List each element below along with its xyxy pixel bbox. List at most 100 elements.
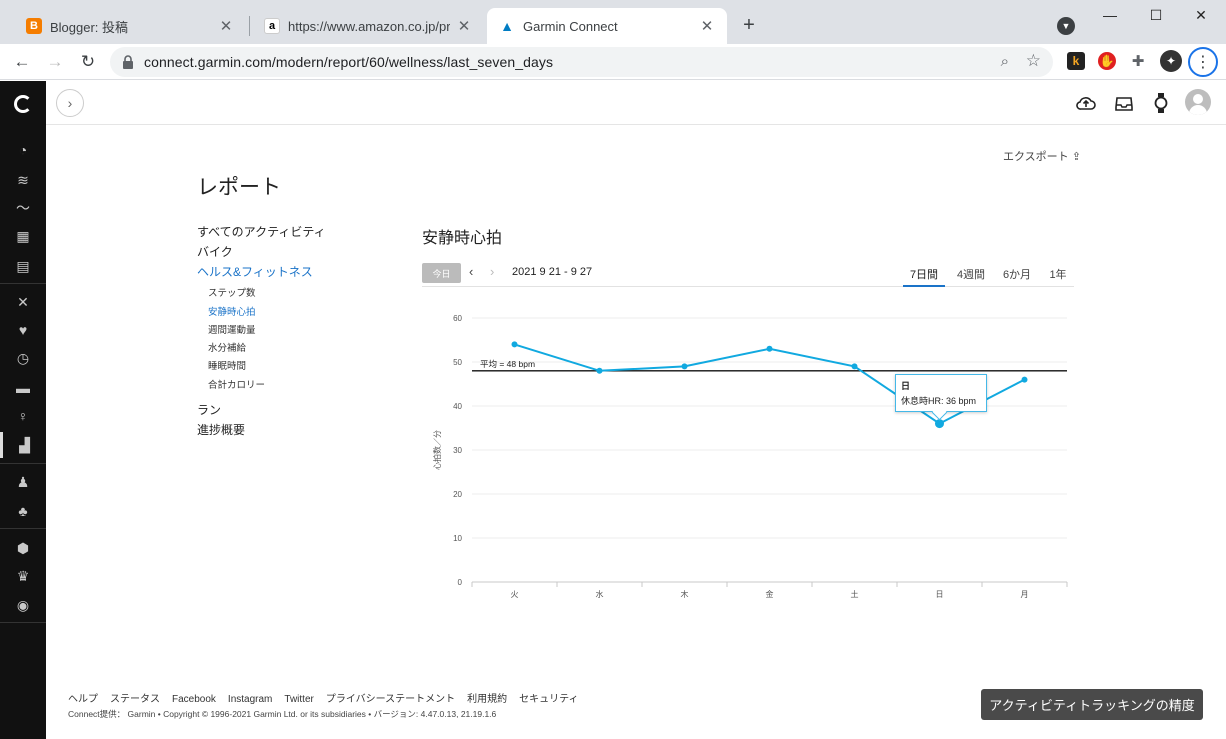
stopwatch-icon[interactable]: ◷ — [0, 345, 46, 371]
inbox-icon[interactable] — [1113, 92, 1135, 114]
extension-stop-icon[interactable]: ✋ — [1098, 52, 1116, 70]
y-tick-label: 60 — [453, 314, 462, 323]
data-point — [1021, 376, 1028, 383]
footer-link[interactable]: プライバシーステートメント — [326, 694, 455, 705]
sidenav-divider — [0, 283, 46, 284]
tab-4-weeks[interactable]: 4週間 — [952, 266, 990, 287]
nav-progress-summary[interactable]: 進捗概要 — [197, 421, 245, 438]
close-window-icon[interactable]: ✕ — [1190, 4, 1212, 26]
y-axis-label: 心拍数／分 — [432, 430, 442, 470]
health-heart-icon[interactable]: ♥ — [0, 317, 46, 343]
news-icon[interactable]: ▤ — [0, 253, 46, 279]
x-tick-label: 木 — [681, 589, 689, 599]
footer-link[interactable]: セキュリティ — [519, 694, 578, 705]
forward-icon[interactable]: → — [43, 50, 67, 74]
nav-steps[interactable]: ステップ数 — [208, 285, 256, 299]
today-button[interactable]: 今日 — [422, 263, 461, 283]
x-tick-label: 日 — [936, 590, 944, 599]
maximize-icon[interactable]: ☐ — [1145, 4, 1167, 26]
tab-1-year[interactable]: 1年 — [1044, 266, 1072, 287]
back-icon[interactable]: ← — [10, 50, 34, 74]
next-period-chevron-icon[interactable]: › — [490, 264, 494, 279]
y-tick-label: 50 — [453, 358, 462, 367]
activities-layers-icon[interactable]: ≋ — [0, 167, 46, 193]
reports-chart-icon[interactable]: ▟ — [0, 432, 46, 458]
browser-tab-strip: B Blogger: 投稿 ✕ a https://www.amazon.co.… — [0, 0, 1226, 44]
y-tick-label: 10 — [453, 534, 462, 543]
browser-tab-garmin[interactable]: ▲ Garmin Connect ✕ — [487, 8, 727, 44]
dashboard-icon[interactable]: ◔ — [0, 137, 46, 163]
tab-search-icon[interactable]: ▼ — [1057, 17, 1075, 35]
profile-avatar-icon[interactable]: ✦ — [1160, 50, 1182, 72]
nav-run[interactable]: ラン — [197, 401, 221, 418]
footer-link[interactable]: Twitter — [284, 694, 313, 705]
user-avatar[interactable] — [1185, 89, 1211, 115]
upload-cloud-icon[interactable] — [1075, 92, 1097, 114]
device-watch-icon[interactable] — [1150, 92, 1172, 114]
activity-tracking-accuracy-button[interactable]: アクティビティトラッキングの精度 — [981, 689, 1203, 720]
browser-tab-amazon[interactable]: a https://www.amazon.co.jp/progre ✕ — [252, 8, 484, 44]
footer-link[interactable]: Instagram — [228, 694, 272, 705]
new-tab-icon[interactable]: + — [738, 14, 760, 36]
nav-resting-hr[interactable]: 安静時心拍 — [208, 304, 256, 318]
data-point — [851, 363, 858, 370]
address-bar[interactable]: connect.garmin.com/modern/report/60/well… — [110, 47, 1053, 77]
tab-6-months[interactable]: 6か月 — [1000, 266, 1034, 287]
insights-bulb-icon[interactable]: ♀ — [0, 403, 46, 429]
extension-k-icon[interactable]: k — [1067, 52, 1085, 70]
badges-icon[interactable]: ⬢ — [0, 535, 46, 561]
tab-title: https://www.amazon.co.jp/progre — [288, 18, 450, 34]
insights-icon[interactable]: 〜 — [0, 195, 46, 221]
gear-shoe-icon[interactable]: ▬ — [0, 375, 46, 401]
y-tick-label: 0 — [458, 578, 463, 587]
garmin-icon: ▲ — [500, 18, 514, 34]
challenges-icon[interactable]: ◉ — [0, 592, 46, 618]
zoom-icon[interactable]: ⌕ — [1001, 53, 1009, 70]
footer-link[interactable]: ステータス — [110, 694, 160, 705]
trophy-icon[interactable]: ♛ — [0, 563, 46, 589]
x-tick-label: 水 — [596, 589, 604, 599]
reload-icon[interactable]: ↻ — [76, 50, 100, 74]
data-point — [681, 363, 688, 370]
nav-bike[interactable]: バイク — [197, 243, 233, 260]
garmin-connect-logo-icon[interactable] — [14, 95, 32, 113]
close-tab-icon[interactable]: ✕ — [218, 18, 234, 35]
page-title: レポート — [197, 176, 281, 199]
footer-link[interactable]: Facebook — [172, 694, 216, 705]
close-tab-icon[interactable]: ✕ — [699, 18, 715, 35]
nav-total-calories[interactable]: 合計カロリー — [208, 377, 265, 391]
expand-nav-chevron-icon[interactable]: › — [56, 89, 84, 117]
export-button[interactable]: エクスポート ⇪ — [1003, 148, 1081, 164]
x-tick-label: 月 — [1021, 590, 1029, 599]
minimize-icon[interactable]: — — [1099, 4, 1121, 26]
y-tick-label: 20 — [453, 490, 462, 499]
bookmark-star-icon[interactable]: ☆ — [1026, 51, 1041, 71]
y-tick-label: 40 — [453, 402, 462, 411]
average-label: 平均 = 48 bpm — [480, 359, 535, 369]
training-icon[interactable]: ✕ — [0, 289, 46, 315]
browser-tab-blogger[interactable]: B Blogger: 投稿 ✕ — [14, 8, 246, 44]
nav-hydration[interactable]: 水分補給 — [208, 340, 246, 354]
nav-all-activities[interactable]: すべてのアクティビティ — [197, 223, 326, 240]
calendar-icon[interactable]: ▦ — [0, 223, 46, 249]
data-point — [766, 345, 773, 352]
groups-icon[interactable]: ♣ — [0, 498, 46, 524]
close-tab-icon[interactable]: ✕ — [456, 18, 472, 35]
export-icon: ⇪ — [1071, 151, 1081, 163]
extensions-puzzle-icon[interactable]: ✚ — [1129, 52, 1147, 70]
chart-title: 安静時心拍 — [422, 230, 503, 247]
data-point — [596, 367, 603, 374]
nav-sleep[interactable]: 睡眠時間 — [208, 358, 246, 372]
nav-health-fitness[interactable]: ヘルス&フィットネス — [197, 263, 313, 280]
footer-link[interactable]: 利用規約 — [467, 694, 507, 705]
url-text: connect.garmin.com/modern/report/60/well… — [144, 54, 554, 70]
nav-weekly-intensity[interactable]: 週間運動量 — [208, 322, 256, 336]
footer-link[interactable]: ヘルプ — [68, 694, 98, 705]
sidenav-divider — [0, 463, 46, 464]
tab-7-days[interactable]: 7日間 — [903, 266, 945, 287]
previous-period-chevron-icon[interactable]: ‹ — [469, 264, 473, 279]
export-label: エクスポート — [1003, 151, 1069, 163]
connections-icon[interactable]: ♟ — [0, 469, 46, 495]
x-tick-label: 火 — [511, 590, 519, 599]
browser-menu-icon[interactable]: ⋮ — [1188, 47, 1218, 77]
